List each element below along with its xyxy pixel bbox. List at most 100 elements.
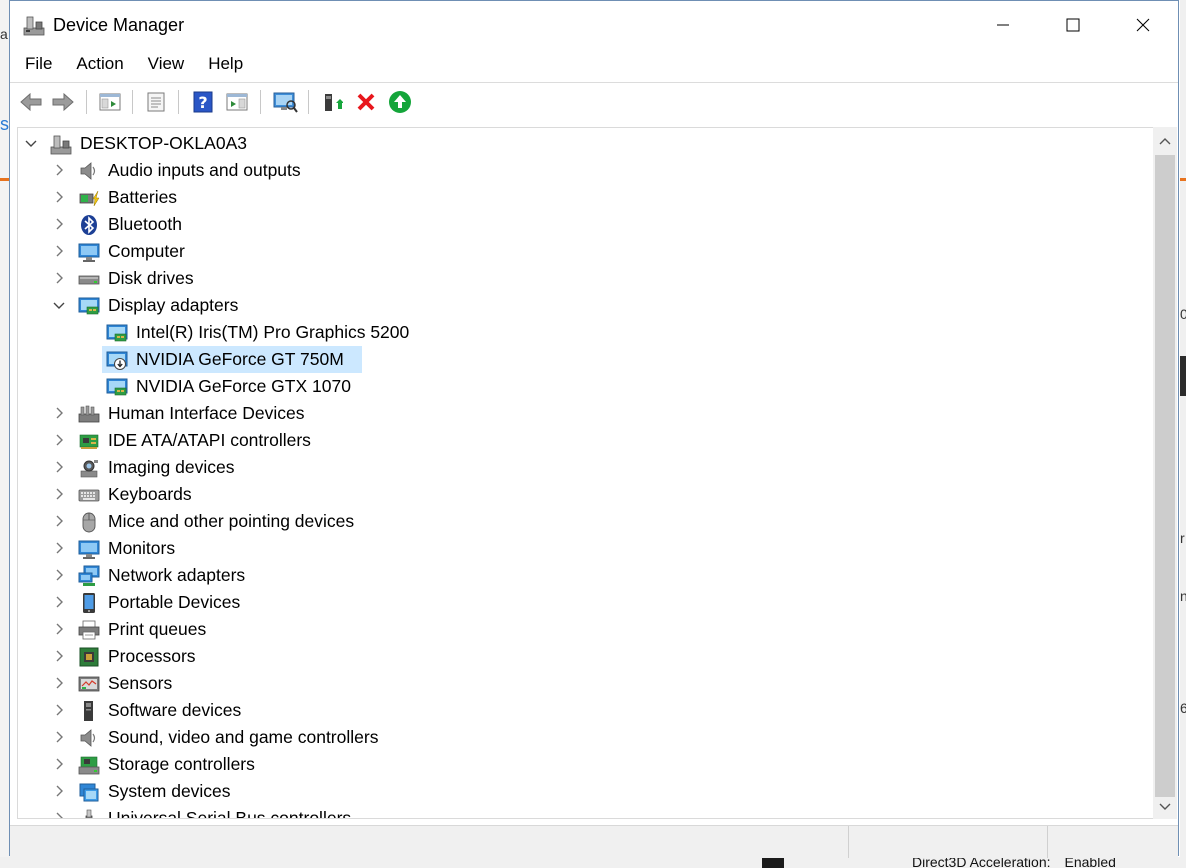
expand-chevron-icon[interactable]: [52, 811, 66, 818]
update-driver-button[interactable]: [319, 89, 345, 115]
menu-action[interactable]: Action: [64, 49, 135, 81]
network-icon: [78, 565, 100, 587]
tree-item-device[interactable]: NVIDIA GeForce GTX 1070: [18, 373, 1153, 400]
scroll-thumb[interactable]: [1155, 155, 1175, 797]
close-button[interactable]: [1108, 1, 1178, 49]
tree-item-category[interactable]: System devices: [18, 778, 1153, 805]
expand-chevron-icon[interactable]: [52, 784, 66, 798]
tree-item-label: Audio inputs and outputs: [108, 160, 301, 180]
menu-help[interactable]: Help: [196, 49, 255, 81]
tree-item-label: Print queues: [108, 619, 207, 639]
tree-item-device[interactable]: Intel(R) Iris(TM) Pro Graphics 5200: [18, 319, 1153, 346]
expand-chevron-icon[interactable]: [52, 163, 66, 177]
tree-item-category[interactable]: Print queues: [18, 616, 1153, 643]
scan-for-hardware-changes-button[interactable]: [272, 89, 298, 115]
collapse-chevron-icon[interactable]: [52, 298, 66, 312]
properties-button[interactable]: [143, 89, 169, 115]
menu-file[interactable]: File: [10, 49, 64, 81]
mouse-icon: [78, 511, 100, 533]
tree-item-category[interactable]: Portable Devices: [18, 589, 1153, 616]
tree-item-category[interactable]: Storage controllers: [18, 751, 1153, 778]
forward-button[interactable]: [50, 89, 76, 115]
scroll-down-button[interactable]: [1153, 795, 1177, 819]
expand-chevron-icon[interactable]: [52, 730, 66, 744]
system-device-icon: [78, 781, 100, 803]
background-app-right: [1180, 0, 1186, 868]
tree-item-category[interactable]: Human Interface Devices: [18, 400, 1153, 427]
menu-view[interactable]: View: [136, 49, 197, 81]
arrow-left-icon: [20, 92, 42, 112]
expand-chevron-icon[interactable]: [52, 190, 66, 204]
expand-chevron-icon[interactable]: [52, 271, 66, 285]
expand-chevron-icon[interactable]: [52, 622, 66, 636]
tree-item-category[interactable]: Sensors: [18, 670, 1153, 697]
expand-chevron-icon[interactable]: [52, 244, 66, 258]
tree-item-category[interactable]: Software devices: [18, 697, 1153, 724]
tree-item-label: Portable Devices: [108, 592, 241, 612]
maximize-button[interactable]: [1038, 1, 1108, 49]
tree-item-category[interactable]: Sound, video and game controllers: [18, 724, 1153, 751]
computer-icon: [78, 241, 100, 263]
tree-item-category[interactable]: Batteries: [18, 184, 1153, 211]
status-pane: [848, 826, 1047, 858]
title-bar[interactable]: Device Manager: [10, 1, 1178, 49]
expand-chevron-icon[interactable]: [52, 568, 66, 582]
tree-item-category[interactable]: Monitors: [18, 535, 1153, 562]
tree-item-category[interactable]: Mice and other pointing devices: [18, 508, 1153, 535]
tree-item-label: Imaging devices: [108, 457, 235, 477]
expand-chevron-icon[interactable]: [52, 676, 66, 690]
expand-chevron-icon[interactable]: [52, 406, 66, 420]
expand-chevron-icon[interactable]: [52, 649, 66, 663]
toolbar-separator: [132, 90, 133, 114]
tree-item-label: Mice and other pointing devices: [108, 511, 355, 531]
tree-item-category[interactable]: Display adapters: [18, 292, 1153, 319]
tree-item-category[interactable]: IDE ATA/ATAPI controllers: [18, 427, 1153, 454]
device-manager-window: Device Manager File Action View Help ? D…: [9, 0, 1179, 858]
tree-item-category[interactable]: Computer: [18, 238, 1153, 265]
tree-item-category[interactable]: Audio inputs and outputs: [18, 157, 1153, 184]
tree-item-label: Monitors: [108, 538, 176, 558]
expand-chevron-icon[interactable]: [52, 460, 66, 474]
processor-icon: [78, 646, 100, 668]
tree-item-label: Computer: [108, 241, 185, 261]
expand-chevron-icon[interactable]: [52, 217, 66, 231]
tree-item-device[interactable]: NVIDIA GeForce GT 750M: [18, 346, 1153, 373]
expand-chevron-icon[interactable]: [52, 703, 66, 717]
expand-chevron-icon[interactable]: [52, 487, 66, 501]
expand-chevron-icon[interactable]: [52, 757, 66, 771]
expand-chevron-icon[interactable]: [52, 541, 66, 555]
back-button[interactable]: [18, 89, 44, 115]
tree-item-category[interactable]: Universal Serial Bus controllers: [18, 805, 1153, 818]
tree-item-label: Sensors: [108, 673, 173, 693]
expand-chevron-icon[interactable]: [52, 595, 66, 609]
action-pane-button[interactable]: [224, 89, 250, 115]
tree-item-category[interactable]: Bluetooth: [18, 211, 1153, 238]
tree-item-category[interactable]: Imaging devices: [18, 454, 1153, 481]
help-question-icon: ?: [193, 91, 213, 113]
scroll-up-button[interactable]: [1153, 129, 1177, 153]
device-tree[interactable]: DESKTOP-OKLA0A3 Audio inputs and outputs…: [17, 127, 1153, 819]
tree-item-category[interactable]: Network adapters: [18, 562, 1153, 589]
minimize-button[interactable]: [968, 1, 1038, 49]
tree-item-category[interactable]: Disk drives: [18, 265, 1153, 292]
collapse-chevron-icon[interactable]: [24, 136, 38, 150]
tree-item-label: Disk drives: [108, 268, 194, 288]
scan-monitor-icon: [273, 92, 298, 113]
tree-vertical-scrollbar[interactable]: [1153, 127, 1177, 819]
tree-item-category[interactable]: Processors: [18, 643, 1153, 670]
expand-chevron-icon[interactable]: [52, 514, 66, 528]
help-button[interactable]: ?: [190, 89, 216, 115]
tree-item-category[interactable]: Keyboards: [18, 481, 1153, 508]
maximize-icon: [1066, 18, 1080, 32]
expand-chevron-icon[interactable]: [52, 433, 66, 447]
background-glyph: s: [0, 114, 9, 134]
tree-root-computer[interactable]: DESKTOP-OKLA0A3: [18, 130, 1153, 157]
console-tree-icon: [99, 93, 121, 111]
show-hide-console-tree-button[interactable]: [97, 89, 123, 115]
properties-icon: [147, 92, 165, 112]
tree-item-label: NVIDIA GeForce GTX 1070: [136, 376, 351, 396]
uninstall-device-button[interactable]: [353, 89, 379, 115]
speaker-icon: [78, 160, 100, 182]
toolbar-separator: [308, 90, 309, 114]
enable-device-button[interactable]: [387, 89, 413, 115]
